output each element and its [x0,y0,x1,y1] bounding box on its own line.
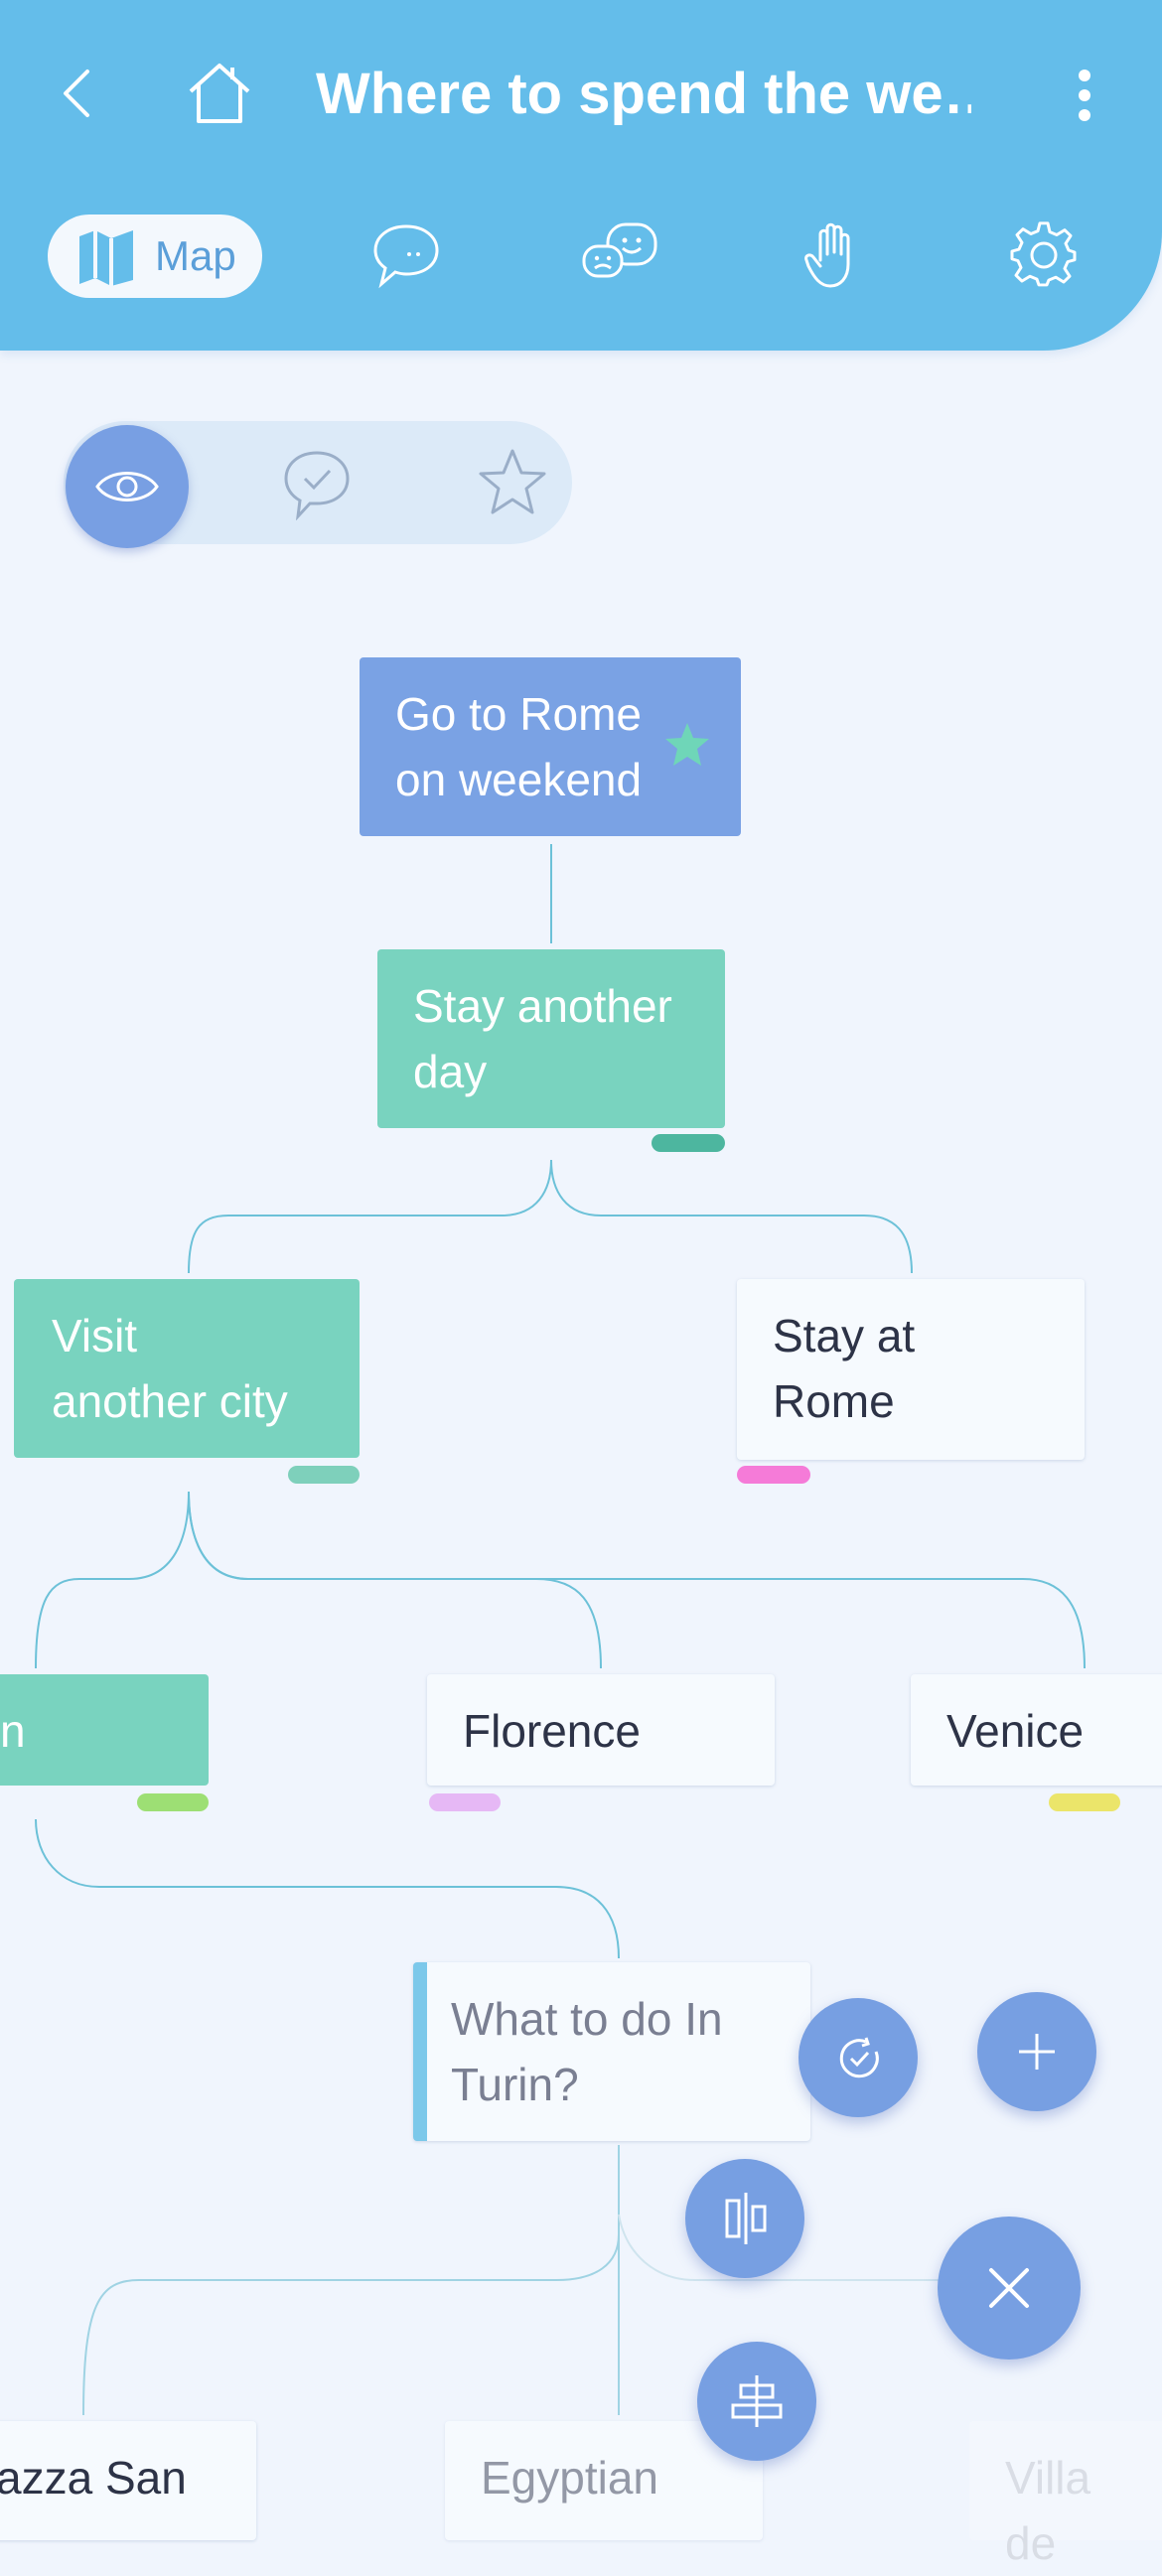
add-node-button[interactable] [977,1992,1096,2111]
node-rome-line1: Stay at [773,1310,916,1361]
node-visit-line2: another city [52,1375,288,1427]
tag-violet [429,1793,501,1811]
align-horizontal-button[interactable] [697,2342,816,2461]
close-icon [987,2266,1031,2310]
align-horizontal-icon [729,2371,785,2431]
more-vertical-icon[interactable] [1073,68,1096,123]
tag-dark-green [652,1134,725,1152]
node-piazza-text: azza San [0,2452,187,2504]
node-stay-another-day[interactable]: Stay another day [377,949,725,1128]
node-question-line2: Turin? [451,2059,579,2110]
plus-icon [1017,2032,1057,2072]
home-icon[interactable] [185,58,254,129]
node-venice[interactable]: Venice [911,1674,1162,1786]
timer-check-button[interactable] [799,1998,918,2117]
align-vertical-button[interactable] [685,2159,804,2278]
node-question-line1: What to do In [451,1993,723,2045]
hand-icon[interactable] [800,220,864,292]
node-turin[interactable]: n [0,1674,209,1786]
node-stay-day-line2: day [413,1046,488,1097]
node-visit-another-city[interactable]: Visit another city [14,1279,360,1458]
star-filled-icon [663,721,711,769]
node-question-turin[interactable]: What to do In Turin? [413,1962,810,2141]
node-florence-text: Florence [463,1705,641,1757]
node-stay-at-rome[interactable]: Stay at Rome [737,1279,1085,1460]
node-piazza[interactable]: azza San [0,2421,256,2540]
node-florence[interactable]: Florence [427,1674,775,1786]
filter-eye-button[interactable] [66,425,189,548]
node-venice-text: Venice [946,1705,1085,1757]
page-title: Where to spend the we… [316,62,971,126]
node-egyptian-text: Egyptian [481,2452,659,2504]
emoji-chat-icon[interactable] [580,220,659,290]
node-root-line1: Go to Rome [395,688,642,740]
tag-yellow [1049,1793,1120,1811]
settings-icon[interactable] [1009,220,1079,290]
map-icon [75,226,139,288]
chat-icon[interactable] [371,220,441,290]
eye-icon [93,463,161,510]
timer-check-icon [836,2036,882,2081]
node-visit-line1: Visit [52,1310,138,1361]
tag-pink [737,1466,810,1484]
star-icon[interactable] [477,447,548,518]
node-root-line2: on weekend [395,754,643,805]
node-turin-text: n [0,1705,26,1757]
align-vertical-icon [719,2189,773,2248]
app-header: Where to spend the we… Map [0,0,1162,351]
node-root[interactable]: Go to Rome on weekend [360,657,741,836]
node-stay-day-line1: Stay another [413,980,672,1032]
comment-check-icon[interactable] [282,449,352,520]
node-villa-text: Villa de [1005,2452,1091,2569]
close-menu-button[interactable] [938,2217,1081,2360]
tab-map-label: Map [155,232,236,279]
tag-lime [137,1793,209,1811]
chevron-left-icon[interactable] [56,64,99,123]
node-villa[interactable]: Villa de [969,2421,1162,2569]
node-rome-line2: Rome [773,1375,895,1427]
tag-green [288,1466,360,1484]
tab-map[interactable]: Map [48,215,262,298]
